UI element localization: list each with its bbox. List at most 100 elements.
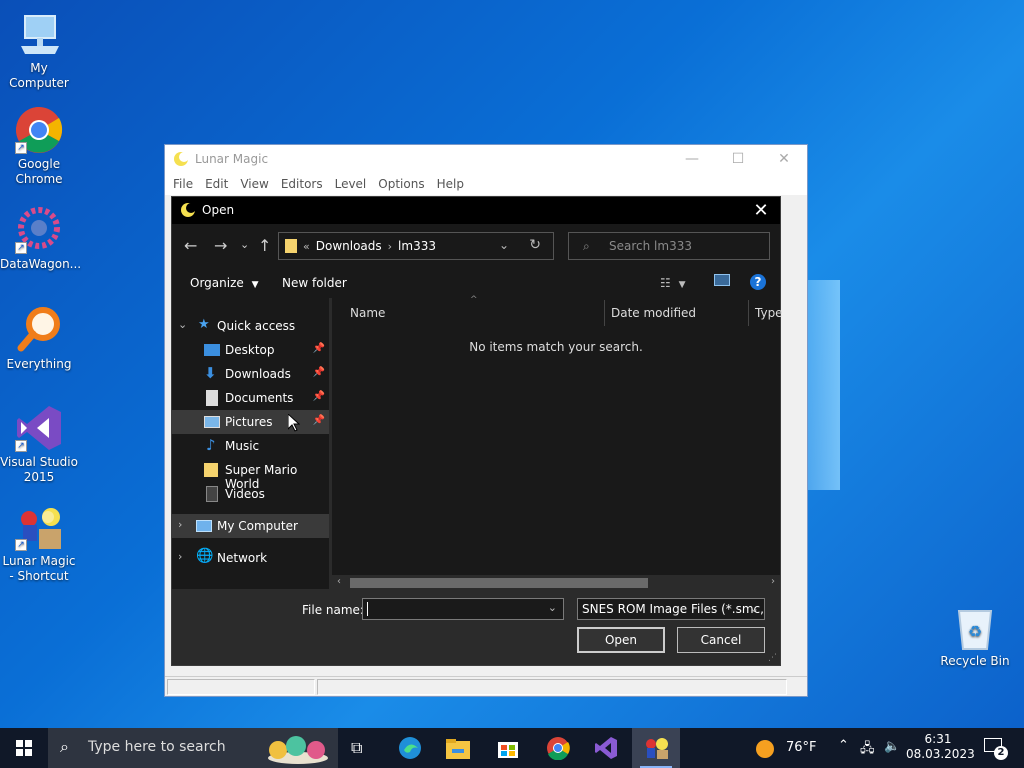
menu-editors[interactable]: Editors [275,177,329,191]
nav-label: Quick access [217,319,296,333]
taskbar-file-explorer[interactable] [434,728,482,768]
organize-label: Organize [190,276,244,290]
nav-quick-access[interactable]: ⌄ ★ Quick access [172,314,329,338]
recent-locations-button[interactable]: ⌄ [240,238,249,251]
scroll-right-icon[interactable]: › [771,576,775,587]
taskbar-chrome[interactable] [534,728,582,768]
resize-grip-icon[interactable]: ⋰ [768,653,777,663]
close-button[interactable]: ✕ [761,145,807,173]
start-button[interactable] [0,728,48,768]
search-input[interactable]: ⌕ Search lm333 [568,232,770,260]
taskbar-search-box[interactable]: ⌕ Type here to search [48,728,338,768]
minimize-button[interactable]: — [669,145,715,173]
close-icon: ✕ [753,200,769,221]
taskbar-clock[interactable]: 6:31 08.03.2023 [906,732,975,762]
preview-pane-button[interactable] [714,274,730,289]
menu-file[interactable]: File [167,177,199,191]
taskbar-edge[interactable] [386,728,434,768]
clock-date: 08.03.2023 [906,747,975,761]
address-box[interactable]: « Downloads › lm333 ⌄ ↻ [278,232,554,260]
computer-icon [15,10,63,58]
nav-item-desktop[interactable]: Desktop 📌 [172,338,329,362]
chevron-down-icon[interactable]: ⌄ [548,601,557,614]
view-options-button[interactable]: ☷ ▼ [660,276,686,290]
pin-icon: 📌 [312,343,325,354]
folder-icon [204,463,218,477]
nav-label: Videos [225,487,265,501]
maximize-button[interactable]: ☐ [715,145,761,173]
file-name-input[interactable]: ⌄ [362,598,564,620]
help-button[interactable]: ? [750,274,766,290]
desktop-icon-everything[interactable]: Everything [0,306,78,372]
nav-item-pictures[interactable]: Pictures 📌 [172,410,329,434]
menu-options[interactable]: Options [372,177,430,191]
network-tray-icon[interactable]: 🖧 [860,739,875,759]
nav-item-music[interactable]: ♪ Music [172,434,329,458]
forward-button[interactable]: → [214,236,227,255]
scroll-left-icon[interactable]: ‹ [337,576,341,587]
taskbar-visual-studio[interactable] [582,728,630,768]
forward-arrow-icon: → [214,236,228,255]
file-explorer-icon [446,739,470,759]
pictures-icon [204,416,220,428]
menu-edit[interactable]: Edit [199,177,234,191]
new-folder-button[interactable]: New folder [282,276,347,290]
nav-my-computer[interactable]: › My Computer [172,514,329,538]
column-name[interactable]: Name [350,306,385,320]
refresh-icon[interactable]: ↻ [529,237,541,253]
shortcut-arrow-icon: ↗ [15,539,27,551]
desktop-icon-datawagon[interactable]: ↗ DataWagon... [0,206,81,272]
lunar-magic-statusbar [165,676,807,696]
show-hidden-icons-button[interactable]: ⌃ [838,738,849,758]
organize-button[interactable]: Organize ▼ [190,276,259,290]
open-button[interactable]: Open [577,627,665,653]
dialog-close-button[interactable]: ✕ [746,197,776,224]
breadcrumb-lm333[interactable]: lm333 [394,239,440,253]
shortcut-arrow-icon: ↗ [15,142,27,154]
volume-tray-icon[interactable]: 🔈 [884,739,900,759]
column-type[interactable]: Type [755,306,783,320]
column-separator[interactable] [748,300,749,326]
dialog-titlebar[interactable]: Open ✕ [172,197,780,224]
collapsed-chevron-icon: › [178,550,183,563]
desktop-icon-recycle-bin[interactable]: ♻ Recycle Bin [936,603,1014,669]
file-type-select[interactable]: SNES ROM Image Files (*.smc,* ⌄ [577,598,765,620]
notifications-button[interactable]: 2 [982,736,1008,760]
desktop-icon-chrome[interactable]: ↗ Google Chrome [0,106,78,187]
desktop-icon-label: Lunar Magic - Shortcut [2,554,76,583]
address-dropdown-icon[interactable]: ⌄ [499,238,509,252]
task-view-button[interactable]: ⧉ [336,728,384,768]
taskbar-search-placeholder: Type here to search [88,739,226,755]
sort-caret-icon: ^ [470,295,478,305]
breadcrumb-separator-icon: › [387,239,393,253]
dialog-footer: File name: ⌄ SNES ROM Image Files (*.smc… [172,589,780,665]
menu-help[interactable]: Help [431,177,470,191]
nav-item-super-mario-world[interactable]: Super Mario World [172,458,329,491]
breadcrumb-overflow[interactable]: « [301,240,312,253]
menu-view[interactable]: View [234,177,274,191]
nav-network[interactable]: › 🌐 Network [172,546,329,570]
document-icon [206,390,218,406]
nav-item-downloads[interactable]: ⬇ Downloads 📌 [172,362,329,386]
back-button[interactable]: ← [184,236,197,255]
taskbar-lunar-magic[interactable] [632,728,680,768]
taskbar-store[interactable] [484,728,532,768]
desktop-icon-visual-studio[interactable]: ↗ Visual Studio 2015 [0,404,78,485]
up-button[interactable]: ↑ [258,236,271,255]
cancel-button[interactable]: Cancel [677,627,765,653]
menu-level[interactable]: Level [329,177,373,191]
search-icon: ⌕ [583,239,590,253]
column-date-modified[interactable]: Date modified [611,306,696,320]
desktop-icon-lunar-magic[interactable]: ↗ Lunar Magic - Shortcut [0,503,78,584]
nav-item-videos[interactable]: Videos [172,482,329,506]
nav-item-documents[interactable]: Documents 📌 [172,386,329,410]
desktop-icon-my-computer[interactable]: My Computer [0,10,78,91]
desktop-icon-label: Everything [6,357,72,371]
maximize-icon: ☐ [731,151,745,167]
dropdown-caret-icon: ▼ [251,280,259,290]
lunar-magic-titlebar[interactable]: Lunar Magic — ☐ ✕ [165,145,807,173]
breadcrumb-downloads[interactable]: Downloads [312,239,386,253]
scrollbar-thumb[interactable] [350,578,648,588]
up-arrow-icon: ↑ [258,236,272,255]
column-separator[interactable] [604,300,605,326]
